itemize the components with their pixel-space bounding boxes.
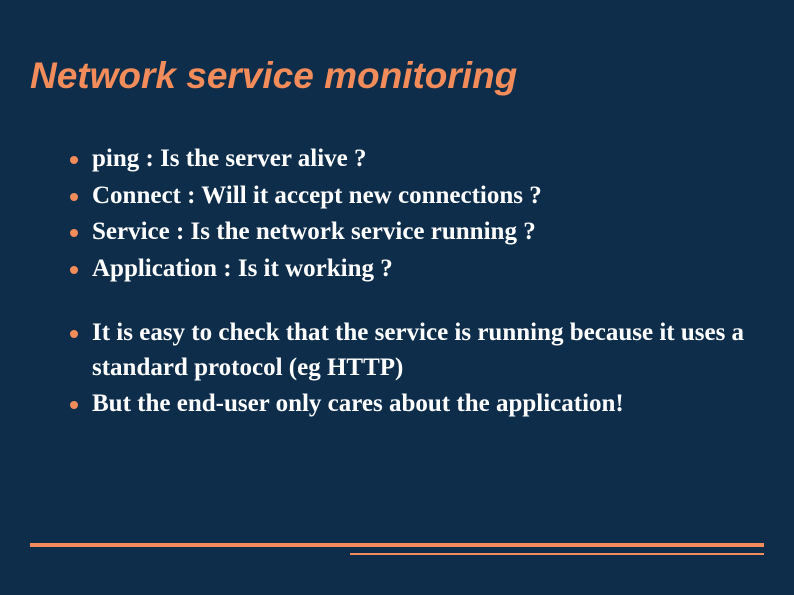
list-item: It is easy to check that the service is … xyxy=(70,316,764,385)
bullet-icon xyxy=(70,229,78,237)
list-item: Application : Is it working ? xyxy=(70,252,764,287)
bullet-text: ping : Is the server alive ? xyxy=(92,142,764,177)
bullet-text: Application : Is it working ? xyxy=(92,252,764,287)
bullet-text: Connect : Will it accept new connections… xyxy=(92,179,764,214)
list-item: Service : Is the network service running… xyxy=(70,215,764,250)
bullet-icon xyxy=(70,193,78,201)
list-item: Connect : Will it accept new connections… xyxy=(70,179,764,214)
bullet-text: Service : Is the network service running… xyxy=(92,215,764,250)
bullet-group-1: ping : Is the server alive ? Connect : W… xyxy=(30,142,764,286)
list-item: ping : Is the server alive ? xyxy=(70,142,764,177)
list-item: But the end-user only cares about the ap… xyxy=(70,387,764,422)
footer-divider xyxy=(30,543,764,555)
divider-thin xyxy=(350,553,764,555)
slide-title: Network service monitoring xyxy=(30,55,764,97)
bullet-icon xyxy=(70,266,78,274)
divider-thick xyxy=(30,543,764,547)
bullet-icon xyxy=(70,156,78,164)
bullet-group-2: It is easy to check that the service is … xyxy=(30,316,764,422)
bullet-icon xyxy=(70,330,78,338)
slide: Network service monitoring ping : Is the… xyxy=(0,0,794,595)
bullet-text: But the end-user only cares about the ap… xyxy=(92,387,764,422)
bullet-text: It is easy to check that the service is … xyxy=(92,316,764,385)
bullet-icon xyxy=(70,401,78,409)
